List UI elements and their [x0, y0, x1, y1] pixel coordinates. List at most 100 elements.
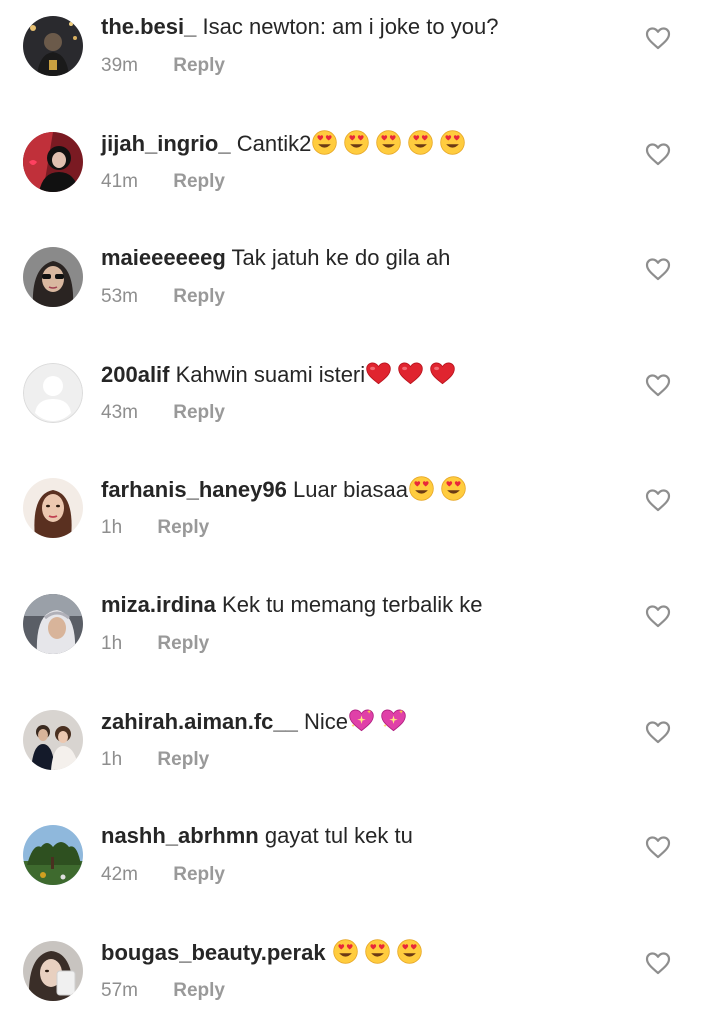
- timestamp: 39m: [101, 55, 138, 76]
- timestamp: 42m: [101, 864, 138, 885]
- comment-text: 200alif Kahwin suami isteri: [101, 360, 461, 389]
- comment-meta: 1h Reply: [101, 516, 209, 540]
- reply-button[interactable]: Reply: [157, 516, 209, 540]
- heart-outline-icon[interactable]: [645, 720, 671, 744]
- comment-body: Cantik2: [236, 131, 312, 156]
- comment-item: 200alif Kahwin suami isteri 43m Reply: [0, 347, 711, 457]
- comment-body: Nice: [304, 709, 349, 734]
- comment-meta: 39m Reply: [101, 54, 225, 78]
- comment-item: jijah_ingrio_ Cantik2 41m Reply: [0, 116, 711, 226]
- comment-meta: 57m Reply: [101, 979, 225, 1003]
- heart-outline-icon[interactable]: [645, 257, 671, 281]
- username-link[interactable]: the.besi_: [101, 14, 196, 39]
- username-link[interactable]: farhanis_haney96: [101, 477, 287, 502]
- username-link[interactable]: maieeeeeeg: [101, 245, 226, 270]
- heart-eyes-emoji: [440, 475, 467, 502]
- comment-item: bougas_beauty.perak 57m Reply: [0, 925, 711, 1035]
- timestamp: 1h: [101, 633, 123, 654]
- comment-text: bougas_beauty.perak: [101, 938, 428, 967]
- username-link[interactable]: jijah_ingrio_: [101, 131, 231, 156]
- comment-item: nashh_abrhmn gayat tul kek tu 42m Reply: [0, 809, 711, 919]
- comment-meta: 1h Reply: [101, 748, 209, 772]
- heart-outline-icon[interactable]: [645, 951, 671, 975]
- comment-text: the.besi_ Isac newton: am i joke to you?: [101, 13, 498, 41]
- comment-item: zahirah.aiman.fc__ Nice 1h Reply: [0, 694, 711, 804]
- comment-body: gayat tul kek tu: [264, 823, 413, 848]
- comment-meta: 1h Reply: [101, 632, 209, 656]
- avatar[interactable]: [23, 825, 83, 885]
- timestamp: 41m: [101, 171, 138, 192]
- reply-button[interactable]: Reply: [173, 170, 225, 194]
- heart-eyes-emoji: [364, 938, 391, 965]
- avatar[interactable]: [23, 16, 83, 76]
- comment-text: maieeeeeeg Tak jatuh ke do gila ah: [101, 244, 450, 272]
- comment-text: farhanis_haney96 Luar biasaa: [101, 475, 472, 504]
- red-heart-emoji: [365, 360, 392, 387]
- heart-eyes-emoji: [396, 938, 423, 965]
- red-heart-emoji: [429, 360, 456, 387]
- avatar-image: [23, 478, 83, 538]
- avatar[interactable]: [23, 594, 83, 654]
- avatar[interactable]: [23, 478, 83, 538]
- heart-eyes-emoji: [375, 129, 402, 156]
- comment-text: jijah_ingrio_ Cantik2: [101, 129, 471, 158]
- timestamp: 1h: [101, 517, 123, 538]
- heart-eyes-emoji: [343, 129, 370, 156]
- comment-item: the.besi_ Isac newton: am i joke to you?…: [0, 0, 711, 110]
- avatar[interactable]: [23, 132, 83, 192]
- username-link[interactable]: miza.irdina: [101, 592, 216, 617]
- avatar-image: [23, 710, 83, 770]
- username-link[interactable]: zahirah.aiman.fc__: [101, 709, 298, 734]
- avatar[interactable]: [23, 710, 83, 770]
- default-avatar-icon: [23, 363, 83, 423]
- username-link[interactable]: 200alif: [101, 362, 170, 387]
- comment-meta: 53m Reply: [101, 285, 225, 309]
- heart-outline-icon[interactable]: [645, 142, 671, 166]
- reply-button[interactable]: Reply: [173, 54, 225, 78]
- comment-meta: 42m Reply: [101, 863, 225, 887]
- timestamp: 57m: [101, 980, 138, 1001]
- avatar-image: [23, 247, 83, 307]
- reply-button[interactable]: Reply: [173, 401, 225, 425]
- comment-body: Kek tu memang terbalik ke: [222, 592, 483, 617]
- heart-outline-icon[interactable]: [645, 488, 671, 512]
- reply-button[interactable]: Reply: [157, 632, 209, 656]
- comment-body: Luar biasaa: [293, 477, 408, 502]
- comment-text: zahirah.aiman.fc__ Nice: [101, 707, 412, 736]
- avatar[interactable]: [23, 941, 83, 1001]
- comment-text: nashh_abrhmn gayat tul kek tu: [101, 822, 413, 850]
- comment-body: Kahwin suami isteri: [175, 362, 366, 387]
- heart-eyes-emoji: [311, 129, 338, 156]
- heart-outline-icon[interactable]: [645, 604, 671, 628]
- heart-eyes-emoji: [332, 938, 359, 965]
- avatar-image: [23, 132, 83, 192]
- comment-text: miza.irdina Kek tu memang terbalik ke: [101, 591, 483, 619]
- reply-button[interactable]: Reply: [157, 748, 209, 772]
- comment-list: the.besi_ Isac newton: am i joke to you?…: [0, 0, 711, 1024]
- red-heart-emoji: [397, 360, 424, 387]
- sparkling-heart-emoji: [380, 707, 407, 734]
- sparkling-heart-emoji: [348, 707, 375, 734]
- avatar[interactable]: [23, 247, 83, 307]
- comment-body: Tak jatuh ke do gila ah: [231, 245, 451, 270]
- heart-outline-icon[interactable]: [645, 835, 671, 859]
- comment-item: farhanis_haney96 Luar biasaa 1h Reply: [0, 462, 711, 572]
- timestamp: 43m: [101, 402, 138, 423]
- username-link[interactable]: bougas_beauty.perak: [101, 940, 326, 965]
- heart-eyes-emoji: [407, 129, 434, 156]
- reply-button[interactable]: Reply: [173, 979, 225, 1003]
- comment-meta: 43m Reply: [101, 401, 225, 425]
- username-link[interactable]: nashh_abrhmn: [101, 823, 259, 848]
- comment-body: Isac newton: am i joke to you?: [202, 14, 499, 39]
- timestamp: 53m: [101, 286, 138, 307]
- avatar[interactable]: [23, 363, 83, 423]
- heart-outline-icon[interactable]: [645, 26, 671, 50]
- heart-outline-icon[interactable]: [645, 373, 671, 397]
- comment-item: maieeeeeeg Tak jatuh ke do gila ah 53m R…: [0, 231, 711, 341]
- reply-button[interactable]: Reply: [173, 863, 225, 887]
- heart-eyes-emoji: [408, 475, 435, 502]
- comment-meta: 41m Reply: [101, 170, 225, 194]
- reply-button[interactable]: Reply: [173, 285, 225, 309]
- avatar-image: [23, 941, 83, 1001]
- timestamp: 1h: [101, 749, 123, 770]
